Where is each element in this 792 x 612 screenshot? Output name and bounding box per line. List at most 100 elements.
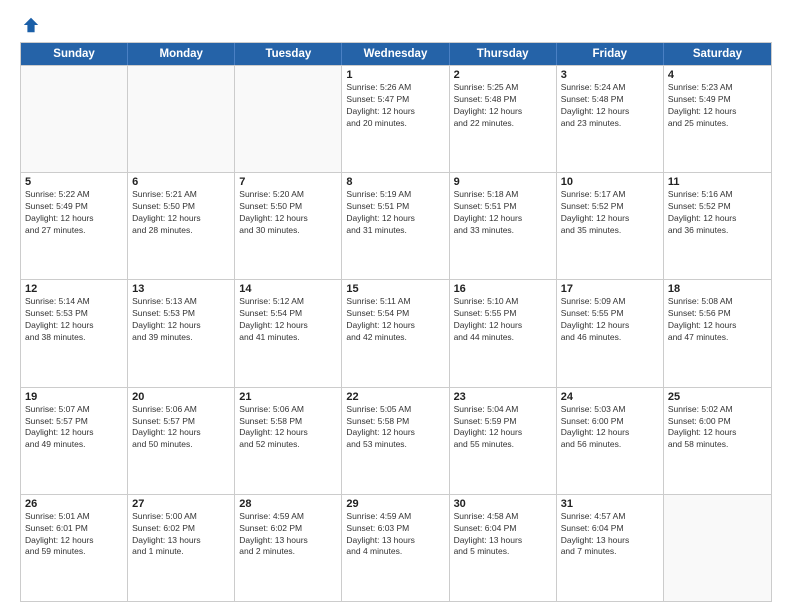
calendar-cell: 20Sunrise: 5:06 AMSunset: 5:57 PMDayligh… (128, 388, 235, 494)
logo-icon (22, 16, 40, 34)
calendar-cell: 19Sunrise: 5:07 AMSunset: 5:57 PMDayligh… (21, 388, 128, 494)
day-number: 4 (668, 69, 767, 81)
calendar-cell: 24Sunrise: 5:03 AMSunset: 6:00 PMDayligh… (557, 388, 664, 494)
calendar-row: 26Sunrise: 5:01 AMSunset: 6:01 PMDayligh… (21, 494, 771, 601)
day-info: Sunrise: 5:22 AMSunset: 5:49 PMDaylight:… (25, 189, 123, 237)
day-info: Sunrise: 5:06 AMSunset: 5:57 PMDaylight:… (132, 404, 230, 452)
day-info: Sunrise: 4:57 AMSunset: 6:04 PMDaylight:… (561, 511, 659, 559)
day-info: Sunrise: 5:07 AMSunset: 5:57 PMDaylight:… (25, 404, 123, 452)
calendar-cell: 25Sunrise: 5:02 AMSunset: 6:00 PMDayligh… (664, 388, 771, 494)
header (20, 16, 772, 34)
day-number: 19 (25, 391, 123, 403)
day-info: Sunrise: 5:00 AMSunset: 6:02 PMDaylight:… (132, 511, 230, 559)
calendar-cell: 8Sunrise: 5:19 AMSunset: 5:51 PMDaylight… (342, 173, 449, 279)
day-number: 20 (132, 391, 230, 403)
day-number: 29 (346, 498, 444, 510)
day-info: Sunrise: 5:03 AMSunset: 6:00 PMDaylight:… (561, 404, 659, 452)
weekday-header: Wednesday (342, 43, 449, 65)
calendar-cell: 3Sunrise: 5:24 AMSunset: 5:48 PMDaylight… (557, 66, 664, 172)
day-number: 17 (561, 283, 659, 295)
calendar-cell: 30Sunrise: 4:58 AMSunset: 6:04 PMDayligh… (450, 495, 557, 601)
day-number: 11 (668, 176, 767, 188)
day-number: 15 (346, 283, 444, 295)
calendar-row: 19Sunrise: 5:07 AMSunset: 5:57 PMDayligh… (21, 387, 771, 494)
day-info: Sunrise: 5:05 AMSunset: 5:58 PMDaylight:… (346, 404, 444, 452)
weekday-header: Thursday (450, 43, 557, 65)
day-number: 10 (561, 176, 659, 188)
day-number: 6 (132, 176, 230, 188)
day-info: Sunrise: 5:23 AMSunset: 5:49 PMDaylight:… (668, 82, 767, 130)
day-number: 18 (668, 283, 767, 295)
calendar-cell (664, 495, 771, 601)
day-info: Sunrise: 5:11 AMSunset: 5:54 PMDaylight:… (346, 296, 444, 344)
day-info: Sunrise: 5:10 AMSunset: 5:55 PMDaylight:… (454, 296, 552, 344)
day-info: Sunrise: 5:08 AMSunset: 5:56 PMDaylight:… (668, 296, 767, 344)
calendar-row: 12Sunrise: 5:14 AMSunset: 5:53 PMDayligh… (21, 279, 771, 386)
calendar-cell: 15Sunrise: 5:11 AMSunset: 5:54 PMDayligh… (342, 280, 449, 386)
day-info: Sunrise: 5:26 AMSunset: 5:47 PMDaylight:… (346, 82, 444, 130)
calendar-cell (235, 66, 342, 172)
day-number: 14 (239, 283, 337, 295)
calendar-cell: 5Sunrise: 5:22 AMSunset: 5:49 PMDaylight… (21, 173, 128, 279)
calendar-cell: 11Sunrise: 5:16 AMSunset: 5:52 PMDayligh… (664, 173, 771, 279)
calendar-cell: 6Sunrise: 5:21 AMSunset: 5:50 PMDaylight… (128, 173, 235, 279)
calendar-cell (21, 66, 128, 172)
weekday-header: Monday (128, 43, 235, 65)
day-info: Sunrise: 5:18 AMSunset: 5:51 PMDaylight:… (454, 189, 552, 237)
day-number: 7 (239, 176, 337, 188)
day-number: 1 (346, 69, 444, 81)
calendar-cell: 29Sunrise: 4:59 AMSunset: 6:03 PMDayligh… (342, 495, 449, 601)
day-info: Sunrise: 4:59 AMSunset: 6:02 PMDaylight:… (239, 511, 337, 559)
day-info: Sunrise: 5:24 AMSunset: 5:48 PMDaylight:… (561, 82, 659, 130)
calendar-cell: 31Sunrise: 4:57 AMSunset: 6:04 PMDayligh… (557, 495, 664, 601)
day-number: 2 (454, 69, 552, 81)
day-info: Sunrise: 5:25 AMSunset: 5:48 PMDaylight:… (454, 82, 552, 130)
day-number: 28 (239, 498, 337, 510)
day-info: Sunrise: 5:21 AMSunset: 5:50 PMDaylight:… (132, 189, 230, 237)
day-number: 27 (132, 498, 230, 510)
weekday-header: Friday (557, 43, 664, 65)
calendar-cell (128, 66, 235, 172)
day-number: 26 (25, 498, 123, 510)
day-number: 21 (239, 391, 337, 403)
weekday-header: Sunday (21, 43, 128, 65)
day-info: Sunrise: 5:17 AMSunset: 5:52 PMDaylight:… (561, 189, 659, 237)
day-number: 3 (561, 69, 659, 81)
day-info: Sunrise: 5:09 AMSunset: 5:55 PMDaylight:… (561, 296, 659, 344)
calendar-row: 1Sunrise: 5:26 AMSunset: 5:47 PMDaylight… (21, 65, 771, 172)
day-info: Sunrise: 5:13 AMSunset: 5:53 PMDaylight:… (132, 296, 230, 344)
calendar-cell: 10Sunrise: 5:17 AMSunset: 5:52 PMDayligh… (557, 173, 664, 279)
day-number: 30 (454, 498, 552, 510)
calendar-cell: 16Sunrise: 5:10 AMSunset: 5:55 PMDayligh… (450, 280, 557, 386)
calendar-cell: 9Sunrise: 5:18 AMSunset: 5:51 PMDaylight… (450, 173, 557, 279)
day-number: 24 (561, 391, 659, 403)
day-info: Sunrise: 5:20 AMSunset: 5:50 PMDaylight:… (239, 189, 337, 237)
calendar-cell: 26Sunrise: 5:01 AMSunset: 6:01 PMDayligh… (21, 495, 128, 601)
day-info: Sunrise: 5:06 AMSunset: 5:58 PMDaylight:… (239, 404, 337, 452)
calendar-cell: 4Sunrise: 5:23 AMSunset: 5:49 PMDaylight… (664, 66, 771, 172)
calendar-cell: 13Sunrise: 5:13 AMSunset: 5:53 PMDayligh… (128, 280, 235, 386)
day-number: 23 (454, 391, 552, 403)
calendar-body: 1Sunrise: 5:26 AMSunset: 5:47 PMDaylight… (21, 65, 771, 601)
day-number: 8 (346, 176, 444, 188)
weekday-header: Tuesday (235, 43, 342, 65)
day-number: 12 (25, 283, 123, 295)
day-info: Sunrise: 4:58 AMSunset: 6:04 PMDaylight:… (454, 511, 552, 559)
day-number: 22 (346, 391, 444, 403)
calendar-cell: 21Sunrise: 5:06 AMSunset: 5:58 PMDayligh… (235, 388, 342, 494)
calendar-cell: 23Sunrise: 5:04 AMSunset: 5:59 PMDayligh… (450, 388, 557, 494)
calendar: SundayMondayTuesdayWednesdayThursdayFrid… (20, 42, 772, 602)
calendar-cell: 2Sunrise: 5:25 AMSunset: 5:48 PMDaylight… (450, 66, 557, 172)
day-info: Sunrise: 5:12 AMSunset: 5:54 PMDaylight:… (239, 296, 337, 344)
calendar-row: 5Sunrise: 5:22 AMSunset: 5:49 PMDaylight… (21, 172, 771, 279)
day-number: 13 (132, 283, 230, 295)
day-number: 5 (25, 176, 123, 188)
calendar-cell: 1Sunrise: 5:26 AMSunset: 5:47 PMDaylight… (342, 66, 449, 172)
calendar-cell: 12Sunrise: 5:14 AMSunset: 5:53 PMDayligh… (21, 280, 128, 386)
day-info: Sunrise: 5:14 AMSunset: 5:53 PMDaylight:… (25, 296, 123, 344)
calendar-cell: 18Sunrise: 5:08 AMSunset: 5:56 PMDayligh… (664, 280, 771, 386)
day-number: 31 (561, 498, 659, 510)
calendar-cell: 14Sunrise: 5:12 AMSunset: 5:54 PMDayligh… (235, 280, 342, 386)
day-info: Sunrise: 4:59 AMSunset: 6:03 PMDaylight:… (346, 511, 444, 559)
logo-area (20, 16, 41, 34)
